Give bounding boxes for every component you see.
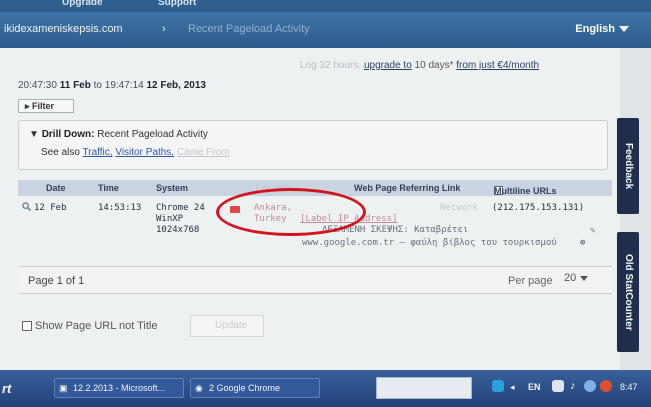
tray-display-icon[interactable] <box>552 380 564 392</box>
row-browser: Chrome 24 <box>156 203 205 213</box>
funnel-icon: ▼ <box>29 129 39 140</box>
start-button[interactable]: rt <box>2 381 11 396</box>
row-os: WinXP <box>156 214 184 224</box>
show-url-checkbox[interactable] <box>22 321 32 332</box>
language-selector[interactable]: English <box>575 23 629 35</box>
link-visitor-paths[interactable]: Visitor Paths, <box>115 147 174 158</box>
breadcrumb-current: Recent Pageload Activity <box>188 23 310 35</box>
time-range: 20:47:30 11 Feb to 19:47:14 12 Feb, 2013 <box>18 80 206 91</box>
drill-down-panel: ▼ Drill Down: Recent Pageload Activity S… <box>18 120 608 170</box>
multiline-label: Multiline URLs <box>494 186 557 196</box>
old-statcounter-tab[interactable]: Old StatCounter <box>617 232 639 352</box>
chevron-down-icon <box>619 26 629 33</box>
language-label: English <box>575 23 615 35</box>
tray-update-icon[interactable] <box>584 380 596 392</box>
chevron-down-icon <box>580 275 589 281</box>
tray-network-icon[interactable] <box>492 380 504 392</box>
breadcrumb-bar: ikidexameniskepsis.com › Recent Pageload… <box>0 12 651 48</box>
chrome-icon: ◉ <box>195 383 203 393</box>
update-button[interactable]: Update <box>190 315 264 337</box>
row-ip: (212.175.153.131) <box>492 203 585 213</box>
taskbar-item-chrome-label: 2 Google Chrome <box>209 383 281 393</box>
nav-upgrade[interactable]: Upgrade <box>62 0 103 8</box>
upgrade-notice: Log 32 hours, upgrade to 10 days* from j… <box>300 60 539 71</box>
col-system[interactable]: System <box>156 183 188 193</box>
taskbar-item-word-label: 12.2.2013 - Microsoft... <box>73 383 166 393</box>
taskbar: rt ▣ 12.2.2013 - Microsoft... ◉ 2 Google… <box>0 370 651 407</box>
filter-button[interactable]: ▸ Filter <box>18 99 74 113</box>
tray-arrow-icon[interactable]: ◂ <box>510 382 515 393</box>
breadcrumb-separator: › <box>162 23 166 35</box>
filter-label: Filter <box>32 101 55 111</box>
magnifier-icon[interactable] <box>22 202 31 211</box>
highlight-circle <box>216 188 366 236</box>
word-icon: ▣ <box>59 383 68 393</box>
taskbar-item-chrome[interactable]: ◉ 2 Google Chrome <box>190 378 320 398</box>
tray-security-icon[interactable] <box>600 380 612 392</box>
range-to: to <box>93 80 102 91</box>
drill-text: Recent Pageload Activity <box>97 129 208 140</box>
row-resolution: 1024x768 <box>156 225 200 235</box>
range-end-time: 19:47:14 <box>104 80 144 91</box>
range-start-time: 20:47:30 <box>18 80 57 91</box>
row-referrer[interactable]: www.google.com.tr — φαύλη βίβλος του του… <box>302 238 557 248</box>
tray-language[interactable]: EN <box>528 382 541 392</box>
range-end-date: 12 Feb, 2013 <box>146 80 206 91</box>
col-time[interactable]: Time <box>98 183 119 193</box>
feedback-tab[interactable]: Feedback <box>617 118 639 214</box>
col-referring-link[interactable]: Web Page Referring Link <box>354 183 460 193</box>
row-time: 14:53:13 <box>98 203 142 213</box>
see-also-label: See also <box>41 147 80 158</box>
upgrade-days: 10 days* <box>414 60 454 71</box>
edit-icon[interactable]: ✎ <box>590 226 595 236</box>
drill-label: Drill Down: <box>41 129 95 140</box>
taskbar-item-word[interactable]: ▣ 12.2.2013 - Microsoft... <box>54 378 184 398</box>
row-date: 12 Feb <box>34 203 67 213</box>
upgrade-price-link[interactable]: from just €4/month <box>456 60 539 71</box>
link-traffic[interactable]: Traffic, <box>83 147 113 158</box>
nav-support[interactable]: Support <box>158 0 196 8</box>
link-came-from[interactable]: Came From <box>177 147 230 158</box>
taskbar-search-box[interactable] <box>376 377 472 399</box>
per-page-label: Per page <box>508 275 553 287</box>
tray-clock: 8:47 <box>620 382 638 392</box>
show-url-option[interactable]: Show Page URL not Title <box>22 320 158 332</box>
upgrade-link[interactable]: upgrade to <box>364 60 412 71</box>
per-page-select[interactable]: 20 <box>564 272 608 290</box>
col-date[interactable]: Date <box>46 183 66 193</box>
tray-volume-icon[interactable]: ♪ <box>570 380 576 392</box>
top-nav: Upgrade Support <box>0 0 651 12</box>
row-network: Network <box>440 203 478 213</box>
pagination-bar: Page 1 of 1 Per page 20 <box>18 266 612 294</box>
range-start-date: 11 Feb <box>59 80 91 91</box>
log-hours-text: Log 32 hours, <box>300 60 362 71</box>
expand-icon[interactable]: ⊕ <box>580 238 585 248</box>
show-url-label: Show Page URL not Title <box>35 320 158 332</box>
per-page-value: 20 <box>564 272 577 284</box>
breadcrumb-site[interactable]: ikidexameniskepsis.com <box>4 23 123 35</box>
page-indicator: Page 1 of 1 <box>28 275 85 287</box>
